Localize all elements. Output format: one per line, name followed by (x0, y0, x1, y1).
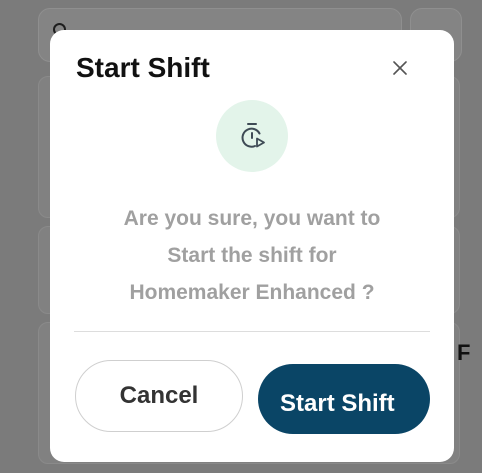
message-line: Start the shift for (167, 244, 337, 267)
confirmation-message: Are you sure, you want to Start the shif… (70, 200, 434, 311)
message-line: Are you sure, you want to (123, 207, 381, 230)
start-shift-button[interactable]: Start Shift (258, 364, 430, 434)
start-shift-button-label: Start Shift (280, 390, 395, 417)
stopwatch-badge (216, 100, 288, 172)
close-button[interactable] (384, 52, 416, 84)
background-partial-text: F (457, 340, 471, 365)
message-line: Homemaker Enhanced ? (129, 281, 375, 304)
dialog-title: Start Shift (76, 52, 210, 83)
cancel-button[interactable]: Cancel (75, 360, 243, 432)
start-shift-dialog: Start Shift Are you sure, you want to St… (50, 30, 454, 462)
divider (74, 331, 430, 332)
stopwatch-play-icon (241, 123, 265, 148)
app-screen: F Start Shift Are you sure, you want to … (0, 0, 482, 473)
close-icon (393, 61, 407, 75)
